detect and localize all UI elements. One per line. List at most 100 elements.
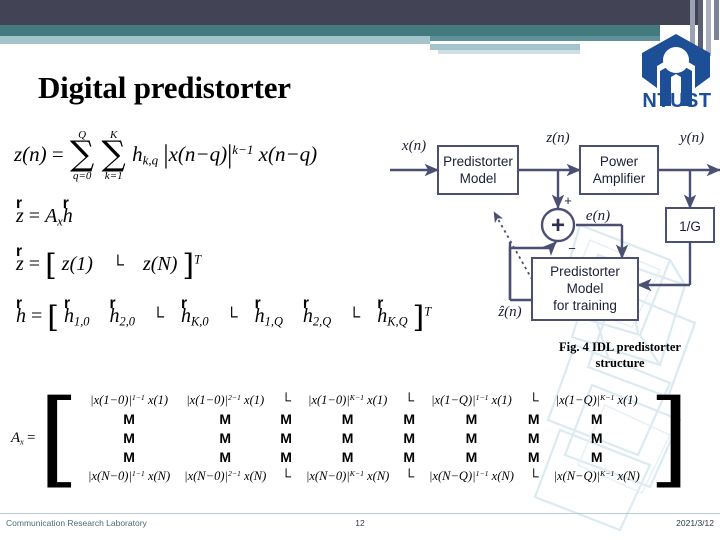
matrix-row: |x(N−0)|1−1 x(N) |x(N−0)| 2−1 x(N) └ |x(N−0)… [81, 467, 647, 486]
matrix-cell-abs: |x(1−0)| [308, 393, 350, 407]
eq3-equals: = [28, 253, 41, 275]
signal-label-estimate: ẑ(n) [497, 304, 521, 320]
eq4-item-2-subscript: K,0 [191, 314, 209, 329]
matrix-cell: M [396, 429, 422, 448]
matrix-cell-abs: |x(1−Q)| [555, 393, 601, 407]
eq3-first-element: z(1) [61, 253, 93, 275]
matrix-cell: M [273, 429, 299, 448]
eq5-lhs: A [11, 430, 21, 446]
eq1-sum-outer-sigma: ∑ [70, 134, 95, 174]
matrix-cell-tail: x(N) [614, 469, 640, 483]
matrix-cell: |x(1−Q)|1−1 x(1) [422, 391, 521, 410]
matrix-vertical-dots: M [527, 411, 540, 427]
matrix-cell: |x(N−Q)|K−1 x(N) [547, 467, 647, 486]
header-band-dark [0, 0, 700, 25]
matrix-cell-exponent: 1−1 [475, 468, 489, 478]
eq3-transpose: T [194, 252, 202, 267]
matrix-cell: └ [273, 467, 299, 486]
matrix-cell-abs: |x(1−0)| [186, 393, 228, 407]
matrix-cell-exponent: 1−1 [475, 392, 489, 402]
matrix-cell-abs: |x(N−Q)| [553, 469, 601, 483]
matrix-cell: |x(1−0)|2−1 x(1) [177, 391, 273, 410]
matrix-cell: M [299, 429, 396, 448]
matrix-cell-abs: |x(1−0)| [90, 393, 132, 407]
header-band-light [0, 36, 430, 44]
eq4-item-1-subscript: 2,0 [119, 314, 136, 329]
eq1-sum-inner-sigma: ∑ [101, 134, 126, 174]
block-gain-inverse-label: 1/G [679, 219, 701, 234]
eq4-item-3-arrow: r [254, 295, 261, 313]
eq5-equals: = [27, 430, 36, 446]
matrix-cell-tail: x(1) [364, 393, 388, 407]
matrix-vertical-dots: M [123, 411, 135, 427]
eq1-sum-inner-lower: k=1 [104, 170, 123, 182]
header-band-teal [0, 25, 660, 36]
figure-caption-line1: Fig. 4 IDL predistorter [559, 340, 681, 354]
matrix-cell: |x(N−0)|1−1 x(N) [81, 467, 177, 486]
eq4-ellipsis-3: └ [348, 307, 361, 326]
matrix-cell-exponent: 1−1 [131, 392, 145, 402]
eq1-tail: x(n−q) [258, 141, 318, 166]
equation-1: z(n) = Q ∑ q=0 K ∑ k=1 hk,q |x(n−q)|k−1 … [14, 130, 317, 182]
matrix-cell: |x(1−0)|K−1 x(1) [299, 391, 396, 410]
eq4-lhs-vector: rh [16, 295, 26, 328]
eq2-lhs-vector: rz [16, 195, 24, 228]
ntust-logo-text: NTUST [642, 90, 712, 112]
matrix-cell: └ [273, 391, 299, 410]
matrix-row: MMMMMMMM [81, 410, 647, 429]
matrix-vertical-dots: M [123, 449, 135, 465]
figure-caption: Fig. 4 IDL predistorter structure [520, 340, 720, 371]
eq5-bracket-open: [ [38, 377, 80, 500]
eq4-item-5: rh [377, 295, 387, 328]
eq4-equals: = [31, 305, 43, 327]
matrix-cell-tail: x(N) [488, 469, 514, 483]
matrix-cell-exponent: K−1 [349, 392, 364, 402]
eq1-abs-group: |x(n−q)|k−1 [163, 140, 253, 170]
block-power-amplifier-line2: Amplifier [593, 171, 646, 186]
header-band-teal-secondary [430, 36, 660, 41]
eq1-sum-inner: K ∑ k=1 [102, 130, 126, 182]
eq4-ellipsis-1: └ [152, 307, 165, 326]
matrix-cell: |x(N−Q)|1−1 x(N) [422, 467, 521, 486]
block-training-line1: Predistorter [550, 264, 620, 279]
block-predistorter-model-line2: Model [460, 171, 497, 186]
matrix-cell: M [521, 410, 547, 429]
eq2-lhs-vector-arrow: r [16, 195, 23, 213]
eq1-coefficient: h [132, 141, 143, 166]
matrix-vertical-dots: M [341, 411, 354, 427]
eq4-item-3: rh [255, 295, 265, 328]
eq3-bracket-close: ] [182, 248, 195, 283]
eq2-matrix-symbol: A [45, 205, 58, 227]
matrix-horizontal-dots: └ [281, 392, 292, 408]
equation-2: rz = Ax r h [16, 195, 73, 228]
eq2-rhs-vector: rh [63, 195, 73, 228]
matrix-cell: |x(1−0)|1−1 x(1) [81, 391, 177, 410]
matrix-cell: └ [396, 391, 422, 410]
eq3-lhs-vector-arrow: r [16, 243, 23, 261]
matrix-cell-exponent: K−1 [349, 468, 364, 478]
eq4-item-2: rh [181, 295, 191, 328]
eq1-sum-outer-lower: q=0 [72, 170, 92, 182]
matrix-vertical-dots: M [465, 411, 478, 427]
matrix-cell-exponent: 2−1 [227, 468, 241, 478]
eq5-lhs-subscript: x [20, 437, 24, 447]
matrix-cell-abs: |x(N−0)| [88, 469, 132, 483]
adder-minus-sign-label: − [568, 241, 576, 256]
eq1-coefficient-subscript: k,q [142, 152, 159, 168]
adder-plus-symbol: + [551, 212, 565, 239]
matrix-vertical-dots: M [341, 449, 354, 465]
figure-caption-line2: structure [595, 355, 645, 370]
eq4-bracket-open: [ [47, 300, 59, 335]
matrix-cell-tail: x(1) [144, 393, 169, 407]
equation-5-matrix: Ax = [ |x(1−0)|1−1 x(1) |x(1−0)|2−1 x(1) └… [10, 377, 690, 500]
matrix-cell: M [177, 429, 273, 448]
signal-label-predistorted: z(n) [545, 130, 569, 146]
matrix-cell: M [521, 448, 547, 467]
matrix-cell: M [299, 410, 396, 429]
eq4-item-4-subscript: 2,Q [312, 314, 332, 329]
footer-page-number: 12 [355, 518, 365, 528]
matrix-vertical-dots: M [527, 430, 540, 446]
matrix-cell-tail: x(1) [614, 393, 638, 407]
matrix-horizontal-dots: └ [404, 392, 415, 408]
matrix-cell: |x(N−0)|K−1 x(N) [299, 467, 396, 486]
